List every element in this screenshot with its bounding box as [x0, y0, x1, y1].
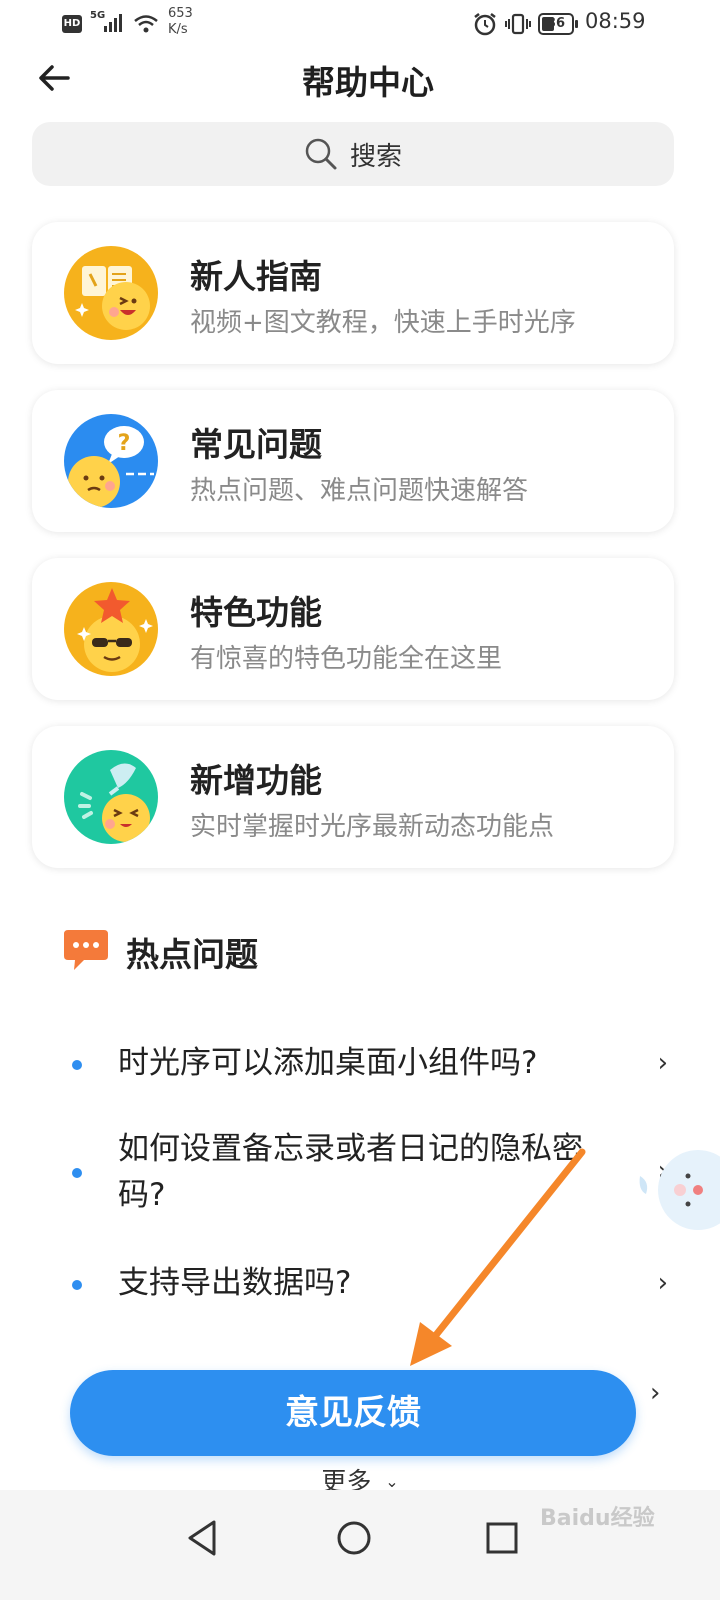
vibrate-icon	[505, 13, 531, 35]
nav-back-icon[interactable]	[174, 1510, 230, 1566]
sprout-mascot-icon	[64, 750, 158, 844]
star-mascot-icon	[64, 582, 158, 676]
card-featured[interactable]: 特色功能 有惊喜的特色功能全在这里	[32, 558, 674, 700]
question-text: 支持导出数据吗?	[118, 1265, 352, 1301]
nav-recents-icon[interactable]	[474, 1510, 530, 1566]
question-text: 时光序可以添加桌面小组件吗?	[118, 1045, 538, 1081]
card-subtitle: 视频+图文教程，快速上手时光序	[190, 308, 576, 338]
book-mascot-icon	[64, 246, 158, 340]
chevron-down-icon: ⌄	[385, 1472, 399, 1491]
status-bar: HD 5G 653 K/s 36 08:59	[0, 0, 720, 50]
battery-icon: 36	[538, 13, 578, 35]
hot-question-item[interactable]: 如何设置备忘录或者日记的隐私密码? ›	[64, 1126, 674, 1222]
svg-text:?: ?	[118, 431, 131, 456]
card-title: 常见问题	[190, 425, 322, 464]
card-title: 新增功能	[190, 761, 322, 800]
alarm-icon	[474, 13, 496, 36]
card-newbie-guide[interactable]: 新人指南 视频+图文教程，快速上手时光序	[32, 222, 674, 364]
card-subtitle: 热点问题、难点问题快速解答	[190, 476, 529, 506]
bullet-dot	[72, 1060, 82, 1070]
nav-home-icon[interactable]	[326, 1510, 382, 1566]
network-speed: 653 K/s	[168, 6, 208, 38]
bullet-dot	[72, 1280, 82, 1290]
card-new-features[interactable]: 新增功能 实时掌握时光序最新动态功能点	[32, 726, 674, 868]
search-icon	[305, 138, 337, 170]
speed-unit: K/s	[168, 22, 188, 37]
floating-assistant-icon[interactable]	[636, 1138, 720, 1242]
card-title: 特色功能	[190, 593, 322, 632]
hot-question-item[interactable]: 时光序可以添加桌面小组件吗? ›	[64, 1040, 674, 1090]
chevron-right-icon: ›	[657, 1048, 668, 1078]
hot-question-item[interactable]: 支持导出数据吗? ›	[64, 1260, 674, 1310]
section-title-hot: 热点问题	[126, 935, 258, 974]
card-subtitle: 有惊喜的特色功能全在这里	[190, 644, 503, 674]
search-placeholder: 搜索	[349, 141, 402, 172]
hd-badge: HD	[62, 15, 82, 33]
watermark: Baidu经验	[540, 1506, 655, 1531]
wifi-icon	[134, 15, 158, 33]
chevron-right-icon[interactable]: ›	[650, 1378, 660, 1408]
search-bar[interactable]: 搜索	[32, 122, 674, 186]
battery-level: 36	[546, 16, 566, 31]
chat-bubble-icon	[64, 930, 108, 970]
bullet-dot	[72, 1168, 82, 1178]
signal-icon	[104, 14, 122, 32]
question-mascot-icon: ?	[64, 414, 158, 508]
card-faq[interactable]: ? 常见问题 热点问题、难点问题快速解答	[32, 390, 674, 532]
question-text: 如何设置备忘录或者日记的隐私密码?	[118, 1131, 583, 1213]
card-subtitle: 实时掌握时光序最新动态功能点	[190, 812, 555, 842]
feedback-button[interactable]: 意见反馈	[70, 1370, 636, 1456]
speed-value: 653	[168, 6, 193, 21]
chevron-right-icon: ›	[657, 1268, 668, 1298]
card-title: 新人指南	[190, 257, 322, 296]
clock: 08:59	[585, 9, 646, 33]
page-title: 帮助中心	[302, 63, 434, 102]
